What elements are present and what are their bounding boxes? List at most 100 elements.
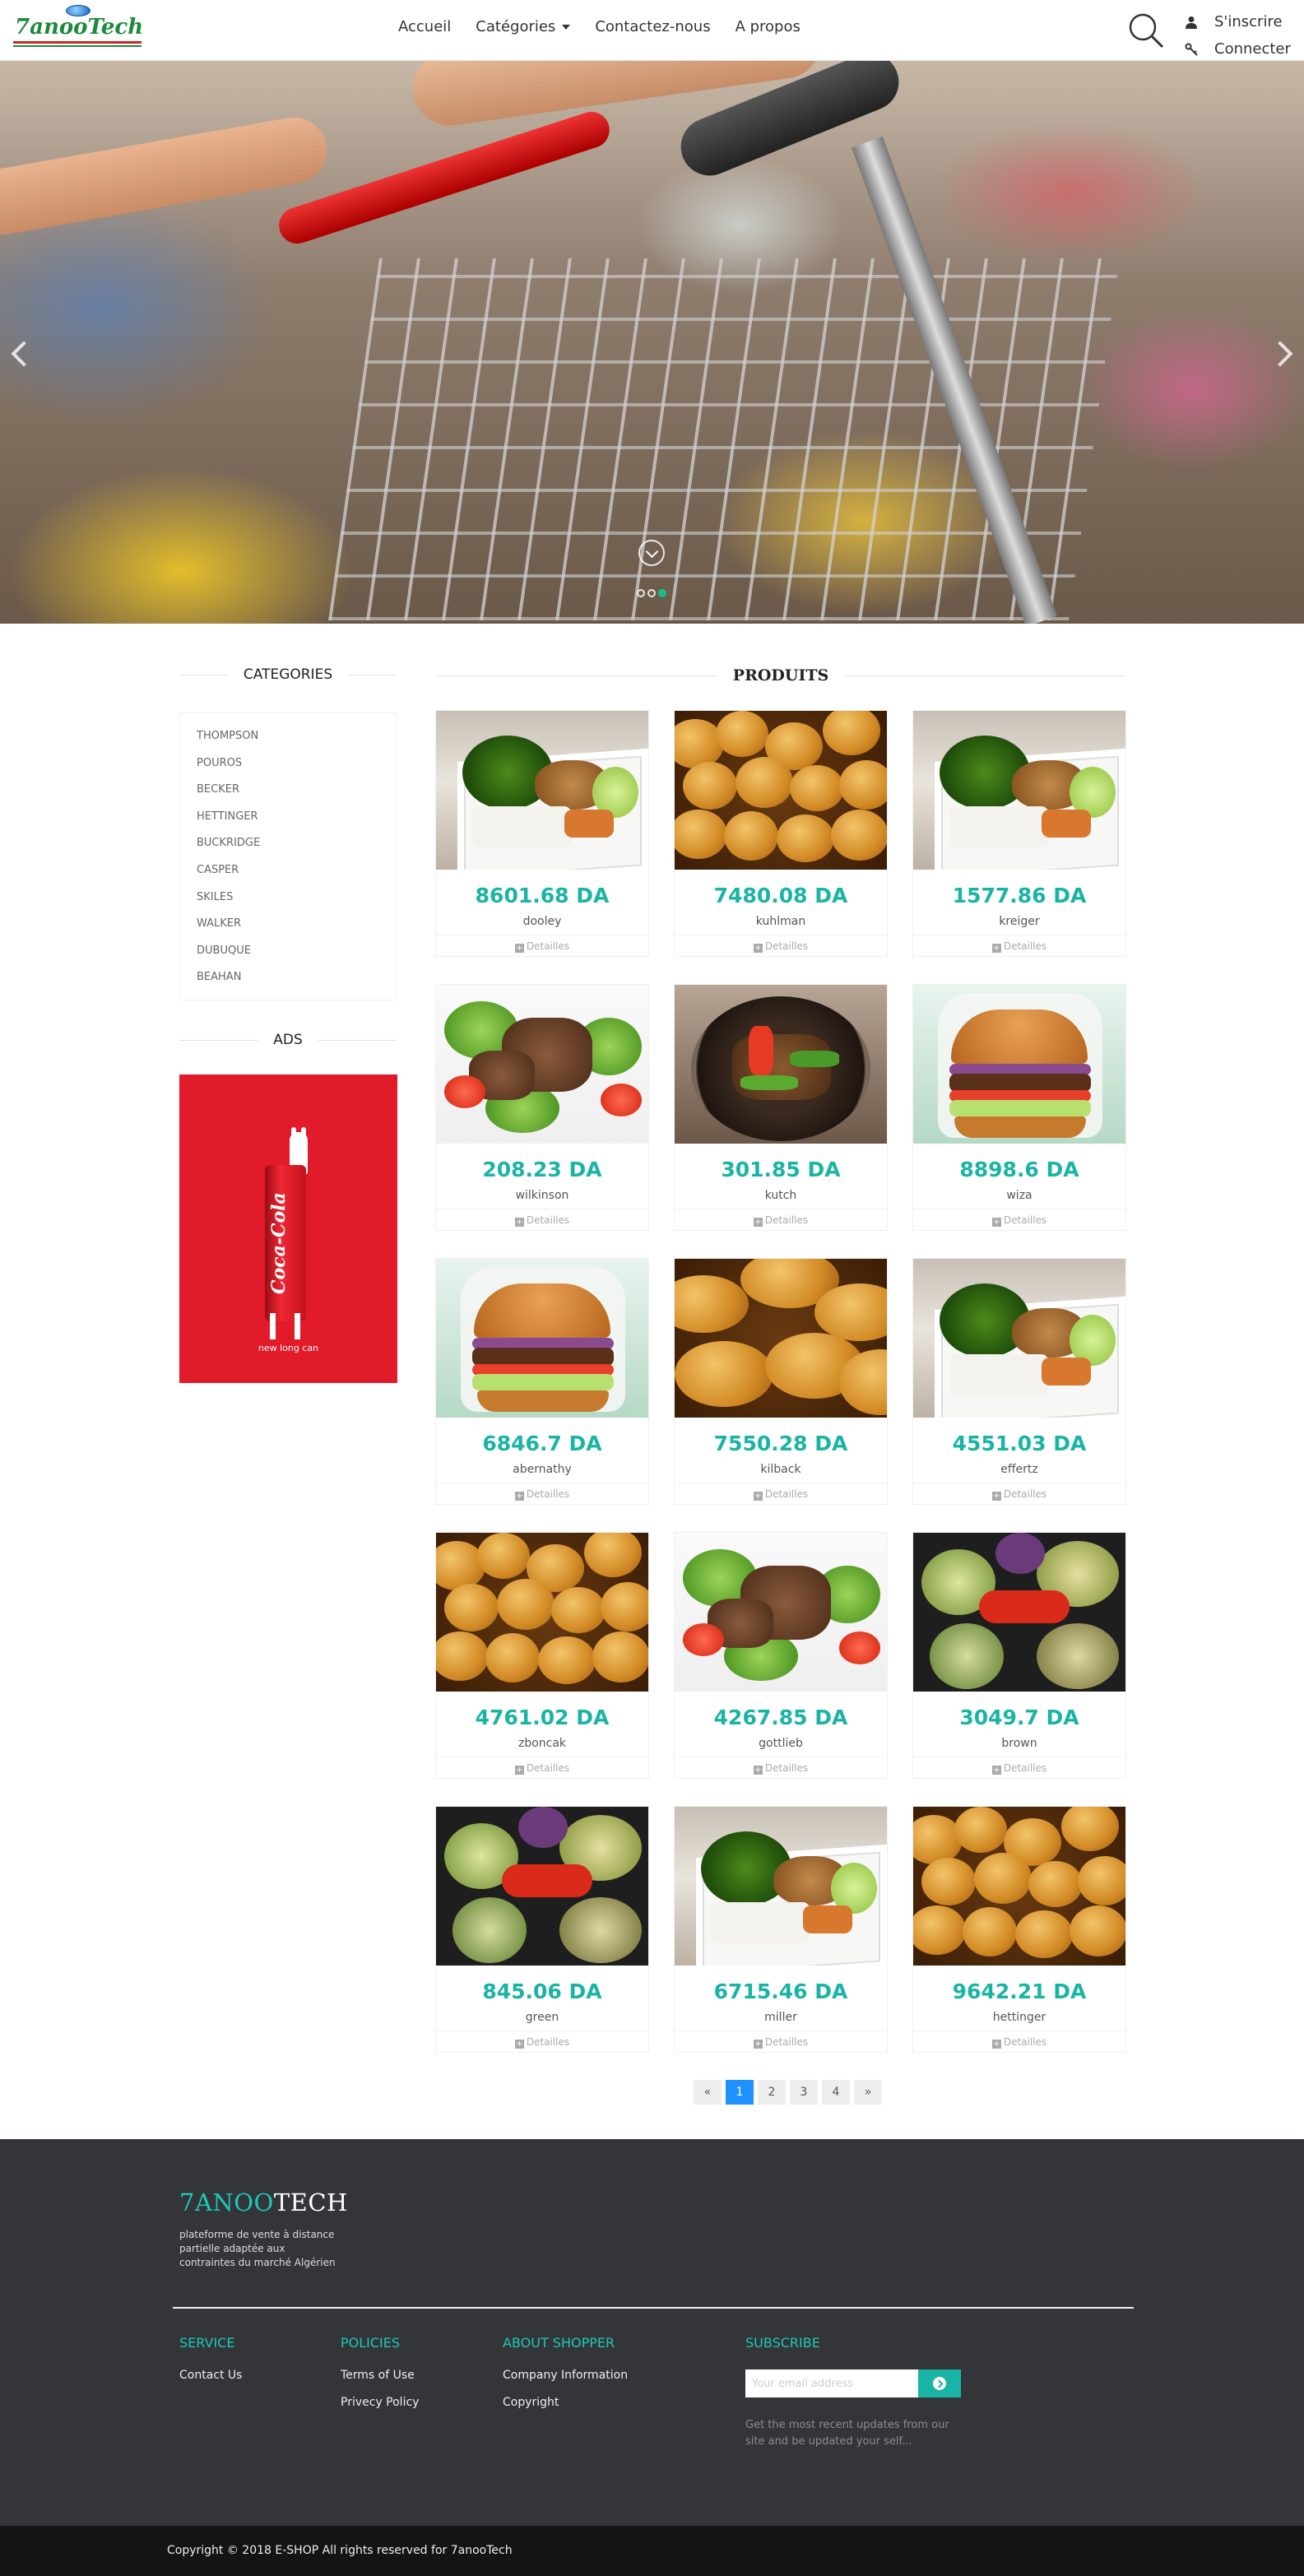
signup-link[interactable]: S'inscrire <box>1185 8 1291 35</box>
product-image[interactable] <box>675 1533 887 1692</box>
product-image[interactable] <box>913 985 1125 1144</box>
product-card[interactable]: 208.23 DA wilkinson + Detailles <box>435 984 649 1231</box>
product-card[interactable]: 8898.6 DA wiza + Detailles <box>912 984 1126 1231</box>
details-link[interactable]: + Detailles <box>913 1488 1125 1501</box>
nav-categories[interactable]: Catégories <box>476 18 571 35</box>
product-price: 4267.85 DA <box>713 1706 848 1729</box>
product-image[interactable] <box>913 1259 1125 1418</box>
product-price: 4761.02 DA <box>475 1706 610 1729</box>
product-card[interactable]: 6715.46 DA miller + Detailles <box>674 1806 888 2053</box>
footer-link[interactable]: Contact Us <box>179 2369 242 2396</box>
product-card[interactable]: 4267.85 DA gottlieb + Detailles <box>674 1532 888 1779</box>
product-card[interactable]: 8601.68 DA dooley + Detailles <box>435 710 649 957</box>
product-image[interactable] <box>675 1259 887 1418</box>
product-price: 8898.6 DA <box>959 1158 1079 1181</box>
details-link[interactable]: + Detailles <box>675 1214 887 1227</box>
category-item[interactable]: CASPER <box>197 857 379 884</box>
product-image[interactable] <box>913 1533 1125 1692</box>
site-logo[interactable]: 7anooTech <box>12 5 143 51</box>
plus-square-icon: + <box>753 1766 763 1775</box>
product-image[interactable] <box>913 1807 1125 1966</box>
nav-contact[interactable]: Contactez-nous <box>595 18 710 35</box>
ad-brand: Coca-Cola <box>268 1192 290 1294</box>
details-link[interactable]: + Detailles <box>913 1762 1125 1775</box>
carousel-prev-icon[interactable] <box>11 341 37 367</box>
hero-carousel <box>0 61 1304 624</box>
details-link[interactable]: + Detailles <box>913 2036 1125 2049</box>
details-link[interactable]: + Detailles <box>436 2036 648 2049</box>
footer-link[interactable]: Company Information <box>503 2369 628 2396</box>
page-link[interactable]: 4 <box>822 2080 850 2105</box>
nav-about[interactable]: A propos <box>736 18 800 35</box>
details-link[interactable]: + Detailles <box>913 940 1125 953</box>
nav-categories-label: Catégories <box>476 18 556 35</box>
carousel-next-icon[interactable] <box>1267 341 1293 367</box>
page-link[interactable]: 3 <box>790 2080 818 2105</box>
product-image[interactable] <box>436 1807 648 1966</box>
product-image[interactable] <box>436 1259 648 1418</box>
footer-link[interactable]: Terms of Use <box>341 2369 419 2396</box>
product-card[interactable]: 9642.21 DA hettinger + Detailles <box>912 1806 1126 2053</box>
product-card[interactable]: 7550.28 DA kilback + Detailles <box>674 1258 888 1505</box>
category-item[interactable]: BUCKRIDGE <box>197 830 379 857</box>
details-link[interactable]: + Detailles <box>913 1214 1125 1227</box>
category-item[interactable]: THOMPSON <box>197 723 379 750</box>
details-link[interactable]: + Detailles <box>675 1762 887 1775</box>
page-link-active[interactable]: 1 <box>726 2080 754 2105</box>
details-link[interactable]: + Detailles <box>436 1214 648 1227</box>
category-item[interactable]: HETTINGER <box>197 804 379 831</box>
scroll-down-icon[interactable] <box>638 540 665 566</box>
details-link[interactable]: + Detailles <box>675 940 887 953</box>
category-item[interactable]: DUBUQUE <box>197 938 379 965</box>
subscribe-button[interactable] <box>918 2369 961 2397</box>
product-image[interactable] <box>436 985 648 1144</box>
login-link[interactable]: Connecter <box>1185 35 1291 63</box>
product-card[interactable]: 7480.08 DA kuhlman + Detailles <box>674 710 888 957</box>
subscribe-email-input[interactable] <box>745 2369 918 2397</box>
product-price: 208.23 DA <box>482 1158 602 1181</box>
signup-label: S'inscrire <box>1214 13 1283 30</box>
main-nav: Accueil Catégories Contactez-nous A prop… <box>398 18 825 35</box>
product-card[interactable]: 4551.03 DA effertz + Detailles <box>912 1258 1126 1505</box>
carousel-dot-active[interactable] <box>658 589 666 597</box>
details-link[interactable]: + Detailles <box>436 1488 648 1501</box>
copyright-bar: Copyright © 2018 E-SHOP All rights reser… <box>0 2526 1304 2576</box>
page-next[interactable]: » <box>854 2080 882 2105</box>
product-name: green <box>525 2011 559 2024</box>
page-prev[interactable]: « <box>694 2080 722 2105</box>
details-link[interactable]: + Detailles <box>436 1762 648 1775</box>
details-link[interactable]: + Detailles <box>436 940 648 953</box>
footer-brand: 7ANOOTECH <box>179 2188 348 2216</box>
product-card[interactable]: 1577.86 DA kreiger + Detailles <box>912 710 1126 957</box>
product-card[interactable]: 4761.02 DA zboncak + Detailles <box>435 1532 649 1779</box>
search-icon[interactable] <box>1127 12 1165 49</box>
ad-banner[interactable]: Coca-Cola new long can <box>179 1074 397 1383</box>
product-price: 7550.28 DA <box>713 1432 848 1455</box>
category-item[interactable]: BECKER <box>197 777 379 804</box>
details-link[interactable]: + Detailles <box>675 2036 887 2049</box>
product-card[interactable]: 6846.7 DA abernathy + Detailles <box>435 1258 649 1505</box>
category-item[interactable]: WALKER <box>197 911 379 938</box>
product-image[interactable] <box>675 985 887 1144</box>
plus-square-icon: + <box>753 2040 763 2049</box>
product-name: brown <box>1001 1737 1037 1750</box>
nav-accueil[interactable]: Accueil <box>398 18 451 35</box>
product-image[interactable] <box>436 711 648 870</box>
carousel-dot[interactable] <box>637 589 645 597</box>
product-image[interactable] <box>675 1807 887 1966</box>
footer-policies: POLICIES Terms of Use Privecy Policy <box>341 2335 419 2423</box>
product-image[interactable] <box>913 711 1125 870</box>
footer-link[interactable]: Copyright <box>503 2396 628 2423</box>
category-item[interactable]: SKILES <box>197 884 379 912</box>
product-card[interactable]: 3049.7 DA brown + Detailles <box>912 1532 1126 1779</box>
carousel-dot[interactable] <box>647 589 656 597</box>
product-card[interactable]: 301.85 DA kutch + Detailles <box>674 984 888 1231</box>
product-image[interactable] <box>436 1533 648 1692</box>
category-item[interactable]: POUROS <box>197 750 379 777</box>
product-image[interactable] <box>675 711 887 870</box>
page-link[interactable]: 2 <box>758 2080 786 2105</box>
footer-link[interactable]: Privecy Policy <box>341 2396 419 2423</box>
category-item[interactable]: BEAHAN <box>197 964 379 991</box>
product-card[interactable]: 845.06 DA green + Detailles <box>435 1806 649 2053</box>
details-link[interactable]: + Detailles <box>675 1488 887 1501</box>
